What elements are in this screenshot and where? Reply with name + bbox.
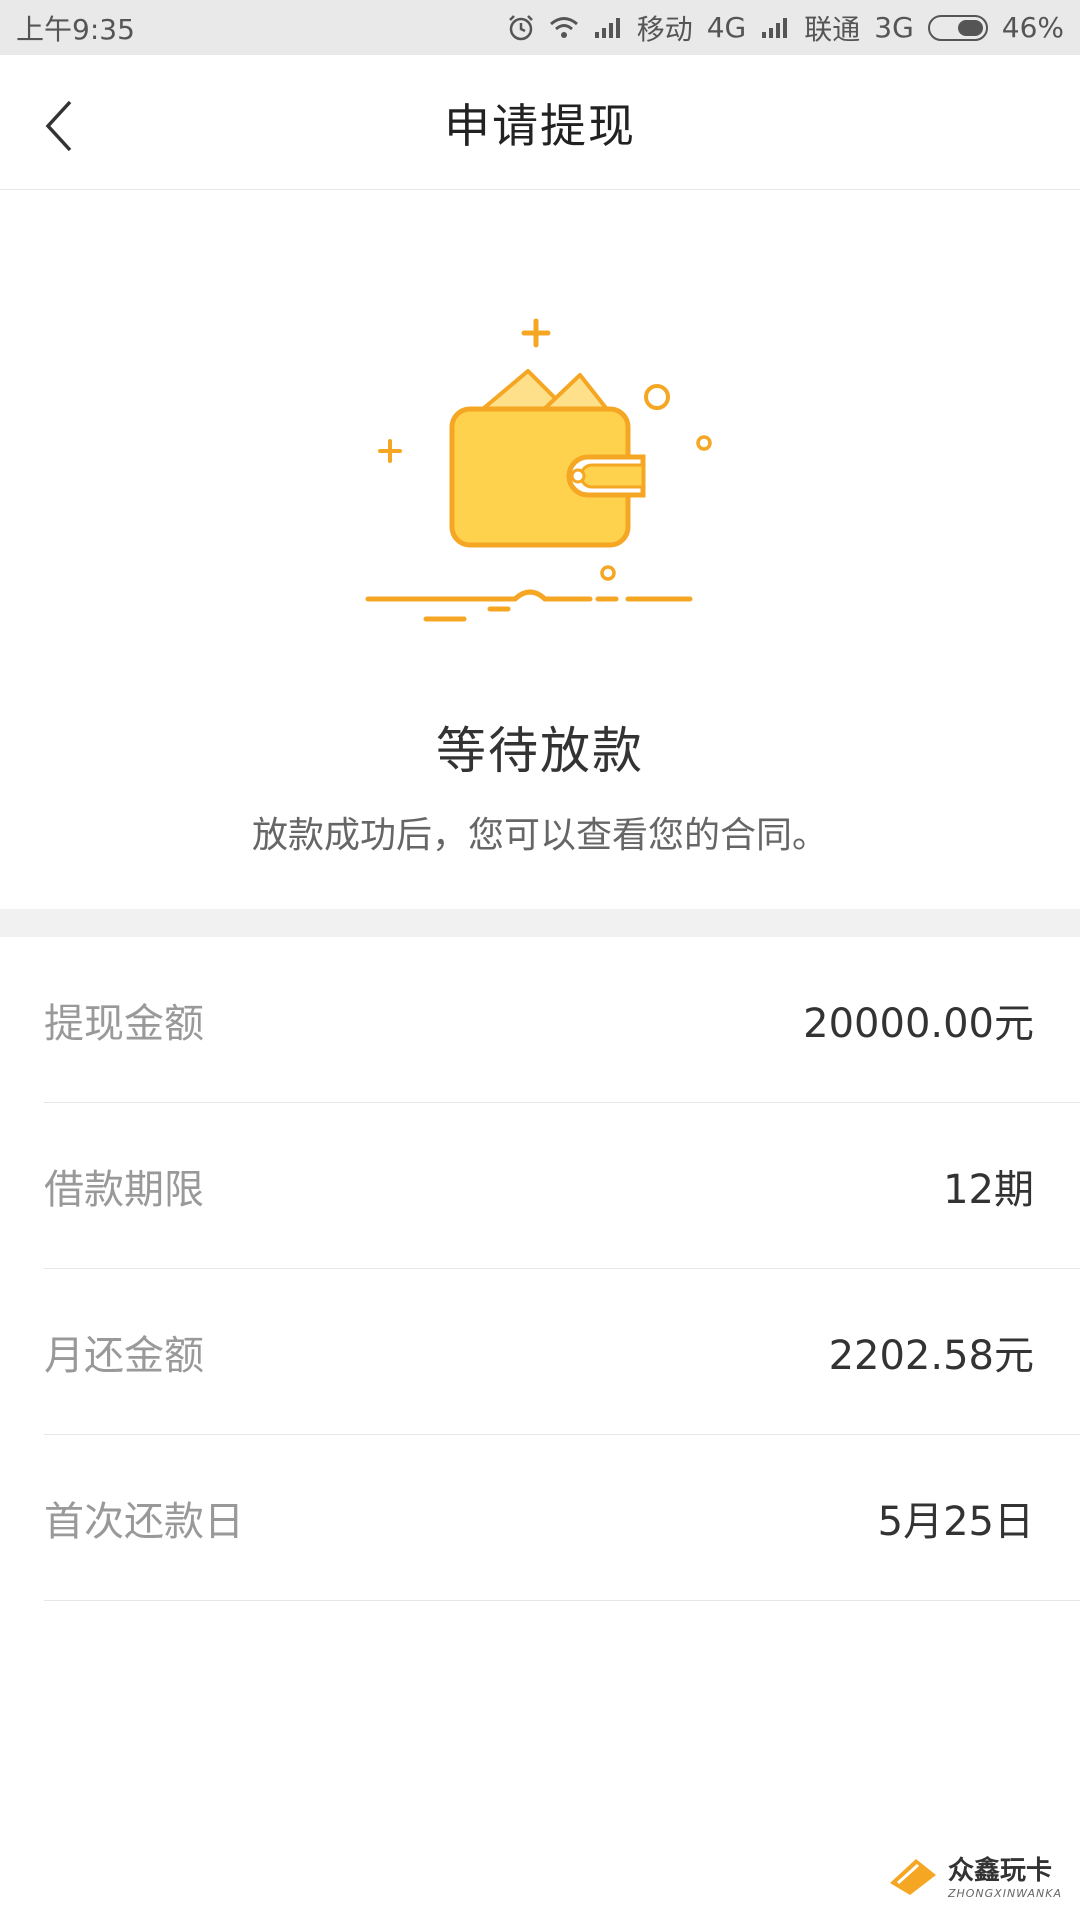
detail-value: 20000.00元 [803, 1000, 1034, 1047]
watermark-text: 众鑫玩卡 [947, 1856, 1052, 1886]
detail-row-amount: 提现金额 20000.00元 [44, 937, 1080, 1103]
signal-icon [760, 16, 790, 40]
status-title: 等待放款 [436, 722, 644, 780]
page-title: 申请提现 [444, 98, 636, 153]
detail-value: 12期 [943, 1166, 1034, 1213]
wifi-icon [549, 15, 579, 41]
battery-icon [927, 14, 988, 41]
wallet-icon [365, 318, 712, 622]
detail-row-term: 借款期限 12期 [44, 1103, 1080, 1269]
status-section: 等待放款 放款成功后，您可以查看您的合同。 [0, 191, 1080, 909]
detail-label: 借款期限 [44, 1166, 204, 1213]
detail-label: 首次还款日 [44, 1498, 244, 1545]
watermark: 众鑫玩卡 ZHONGXINWANKA [886, 1850, 1062, 1900]
card-logo-icon [889, 1859, 936, 1895]
network-1: 4G [706, 11, 747, 44]
nav-bar: 申请提现 [0, 55, 1080, 190]
withdrawal-details: 提现金额 20000.00元 借款期限 12期 月还金额 2202.58元 首次… [0, 937, 1080, 1601]
network-2: 3G [874, 11, 914, 44]
signal-icon [593, 16, 623, 40]
detail-row-first-repayment-date: 首次还款日 5月25日 [44, 1435, 1080, 1601]
alarm-icon [507, 14, 535, 42]
carrier-1: 移动 [636, 12, 693, 46]
detail-label: 月还金额 [44, 1332, 204, 1379]
status-bar: 上午9:35 移动 4G 联通 3G 46% [0, 0, 1080, 55]
detail-value: 2202.58元 [828, 1332, 1034, 1379]
carrier-2: 联通 [804, 12, 861, 46]
status-time: 上午9:35 [16, 12, 135, 46]
status-subtitle: 放款成功后，您可以查看您的合同。 [251, 815, 828, 856]
detail-label: 提现金额 [44, 1000, 204, 1047]
detail-value: 5月25日 [877, 1498, 1034, 1545]
section-divider [0, 909, 1080, 937]
battery-percent: 46% [1001, 11, 1064, 44]
detail-row-monthly-repayment: 月还金额 2202.58元 [44, 1269, 1080, 1435]
status-right: 移动 4G 联通 3G 46% [507, 8, 1064, 48]
watermark-subtext: ZHONGXINWANKA [947, 1887, 1062, 1900]
